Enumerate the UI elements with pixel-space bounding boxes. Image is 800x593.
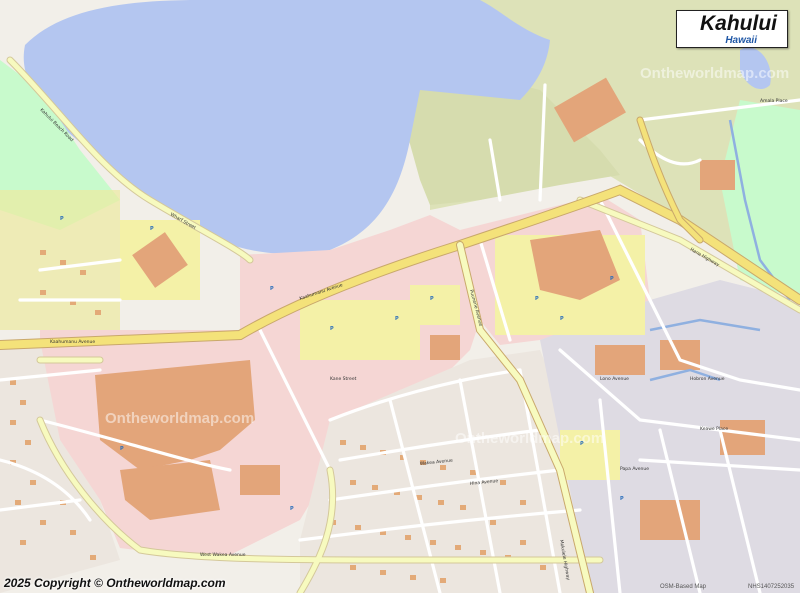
label-kaahumanu: Kaahumanu Avenue <box>50 339 95 345</box>
label-hobron: Hobron Avenue <box>690 376 725 382</box>
tank-building <box>700 160 735 190</box>
svg-text:P: P <box>560 316 564 322</box>
map-subtitle: Hawaii <box>725 35 757 46</box>
parking-lot-east <box>560 430 620 480</box>
industrial-building-3 <box>640 500 700 540</box>
svg-text:P: P <box>60 216 64 222</box>
parking-lot-center <box>300 300 420 360</box>
label-papa: Papa Avenue <box>620 466 649 472</box>
svg-text:P: P <box>120 446 124 452</box>
svg-text:P: P <box>330 326 334 332</box>
svg-text:P: P <box>290 506 294 512</box>
label-keawe: Keawe Place <box>700 426 728 432</box>
retail-building <box>240 465 280 495</box>
svg-text:P: P <box>610 276 614 282</box>
map[interactable]: Kaahumanu Avenue Kaahumanu Avenue Hana H… <box>0 0 800 593</box>
map-canvas: Kaahumanu Avenue Kaahumanu Avenue Hana H… <box>0 0 800 593</box>
osm-credit: OSM-Based Map <box>660 584 707 590</box>
svg-text:P: P <box>535 296 539 302</box>
map-title: Kahului <box>700 12 777 35</box>
svg-text:P: P <box>430 296 434 302</box>
store-building <box>595 345 645 375</box>
svg-text:P: P <box>620 496 624 502</box>
svg-text:P: P <box>150 226 154 232</box>
svg-text:P: P <box>395 316 399 322</box>
copyright-notice: 2025 Copyright © Ontheworldmap.com <box>4 576 226 590</box>
civic-building <box>430 335 460 360</box>
label-west-wakea: West Wakea Avenue <box>200 552 246 558</box>
label-amala: Amala Place <box>760 98 788 104</box>
map-title-box: Kahului Hawaii <box>676 10 788 48</box>
parking-lot-civic <box>410 285 460 325</box>
image-id: NHS1407252035 <box>748 584 795 590</box>
industrial-building-2 <box>720 420 765 455</box>
svg-text:P: P <box>580 441 584 447</box>
label-kane: Kane Street <box>330 376 357 382</box>
label-lono: Lono Avenue <box>600 376 629 382</box>
svg-text:P: P <box>270 286 274 292</box>
